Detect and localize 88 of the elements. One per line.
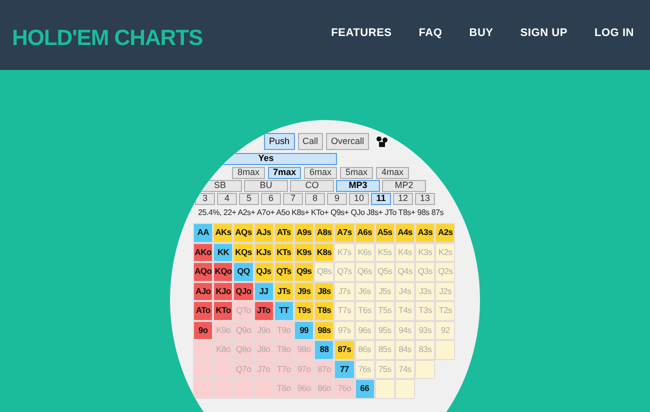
action-button[interactable]: Push <box>264 133 295 150</box>
table-size-button[interactable]: 6max <box>304 167 337 179</box>
hand-cell[interactable] <box>193 360 214 379</box>
hand-cell[interactable]: QJs <box>254 262 274 282</box>
hand-cell[interactable]: KQs <box>233 242 254 262</box>
hand-cell[interactable]: 66 <box>354 379 375 398</box>
tool-icon[interactable] <box>376 136 388 148</box>
stack-size-button[interactable]: 11 <box>371 193 391 205</box>
hand-cell[interactable]: K9s <box>294 242 314 262</box>
hand-cell[interactable]: A2s <box>435 223 456 242</box>
hand-cell[interactable]: AQo <box>193 262 214 282</box>
hand-cell[interactable]: KJs <box>254 242 274 262</box>
hand-cell[interactable] <box>435 340 456 360</box>
stack-size-button[interactable]: 4 <box>217 193 237 205</box>
stack-size-button[interactable]: 8 <box>305 193 325 205</box>
stack-size-button[interactable]: 7 <box>283 193 303 205</box>
table-size-button[interactable]: 8max <box>232 167 265 179</box>
nav-link[interactable]: SIGN UP <box>520 24 568 42</box>
hand-cell[interactable]: AKo <box>193 242 214 262</box>
hand-cell[interactable]: AQs <box>233 223 254 242</box>
stack-size-button[interactable]: 10 <box>349 193 369 205</box>
hand-cell[interactable]: A8s <box>314 223 334 242</box>
stack-size-button[interactable]: 12 <box>393 193 413 205</box>
stack-size-button[interactable]: 6 <box>261 193 281 205</box>
hand-cell[interactable]: KQo <box>213 262 234 282</box>
hand-cell[interactable] <box>415 360 436 379</box>
hand-cell[interactable]: T8s <box>314 301 334 320</box>
hand-cell[interactable]: QQ <box>233 262 254 282</box>
hand-cell[interactable]: 87s <box>334 340 354 360</box>
hand-cell[interactable]: Q9s <box>294 262 314 282</box>
nav-link[interactable]: LOG IN <box>594 24 634 42</box>
stack-size-button[interactable]: 9 <box>327 193 347 205</box>
hand-cell[interactable] <box>193 379 214 398</box>
hand-cell[interactable]: 88 <box>314 340 334 360</box>
stack-size-button[interactable]: 13 <box>415 193 435 205</box>
hand-cell[interactable]: JTo <box>254 301 274 320</box>
hand-cell[interactable]: A9s <box>294 223 314 242</box>
action-button[interactable]: Call <box>298 133 324 150</box>
hand-cell[interactable]: AJs <box>254 223 274 242</box>
hand-cell[interactable]: J8s <box>314 282 334 301</box>
hand-cell[interactable]: AJo <box>193 282 214 301</box>
hand-cell[interactable]: KTo <box>213 301 234 320</box>
position-button[interactable]: CO <box>290 180 334 192</box>
hand-cell[interactable]: KK <box>213 242 234 262</box>
hand-cell[interactable] <box>233 379 254 398</box>
position-button[interactable]: MP3 <box>336 180 380 192</box>
hand-cell[interactable] <box>213 360 234 379</box>
hand-cell[interactable]: ATs <box>274 223 294 242</box>
table-size-button[interactable]: 7max <box>268 167 301 179</box>
hand-cell[interactable]: K8s <box>314 242 334 262</box>
hand-cell[interactable] <box>394 379 416 398</box>
hand-cell[interactable]: QTs <box>274 262 294 282</box>
hand-cell[interactable]: QJo <box>233 282 254 301</box>
hand-cell[interactable]: 9o <box>193 320 214 340</box>
range-text: 25.4%, 22+ A2s+ A7o+ A5o K8s+ KTo+ Q9s+ QJo J8s+ JTo T8s+ 98s 87s <box>198 207 445 219</box>
hand-cell[interactable]: A4s <box>394 223 416 242</box>
hand-cell[interactable]: J9s <box>294 282 314 301</box>
hand-cell[interactable]: JJ <box>254 282 274 301</box>
hand-cell[interactable]: A5s <box>374 223 395 242</box>
stack-size-button[interactable]: 3 <box>195 193 215 205</box>
hand-cell[interactable] <box>193 340 214 360</box>
hand-cell[interactable]: 98s <box>314 320 334 340</box>
logo[interactable]: HOLD'EM CHARTS <box>12 20 203 54</box>
hand-cell[interactable]: JTs <box>274 282 294 301</box>
nav-link[interactable]: FEATURES <box>331 24 392 42</box>
hand-cell[interactable] <box>374 379 395 398</box>
action-button[interactable]: Overcall <box>326 133 370 150</box>
hand-cell[interactable]: KJo <box>213 282 234 301</box>
hand-cell[interactable]: ATo <box>193 301 214 320</box>
hand-cell[interactable]: TT <box>274 301 294 320</box>
table-size-button[interactable]: 5max <box>340 167 373 179</box>
hand-cell[interactable]: KTs <box>274 242 294 262</box>
hand-cell[interactable] <box>254 379 274 398</box>
stack-size-button[interactable]: 5 <box>239 193 259 205</box>
hand-cell[interactable]: 99 <box>294 320 314 340</box>
position-button[interactable]: BU <box>244 180 288 192</box>
hand-cell[interactable]: AKs <box>213 223 234 242</box>
nav-link[interactable]: FAQ <box>418 24 442 42</box>
hand-cell[interactable]: A6s <box>354 223 375 242</box>
table-size-button[interactable]: 4max <box>376 167 409 179</box>
hand-cell[interactable]: A7s <box>334 223 354 242</box>
hand-cell[interactable]: T9s <box>294 301 314 320</box>
hand-cell[interactable]: A3s <box>415 223 436 242</box>
hand-cell[interactable] <box>213 379 234 398</box>
hand-cell[interactable]: 77 <box>334 360 354 379</box>
hand-cell[interactable]: AA <box>193 223 214 242</box>
position-button[interactable]: MP2 <box>382 180 426 192</box>
nav-link[interactable]: BUY <box>469 24 494 42</box>
